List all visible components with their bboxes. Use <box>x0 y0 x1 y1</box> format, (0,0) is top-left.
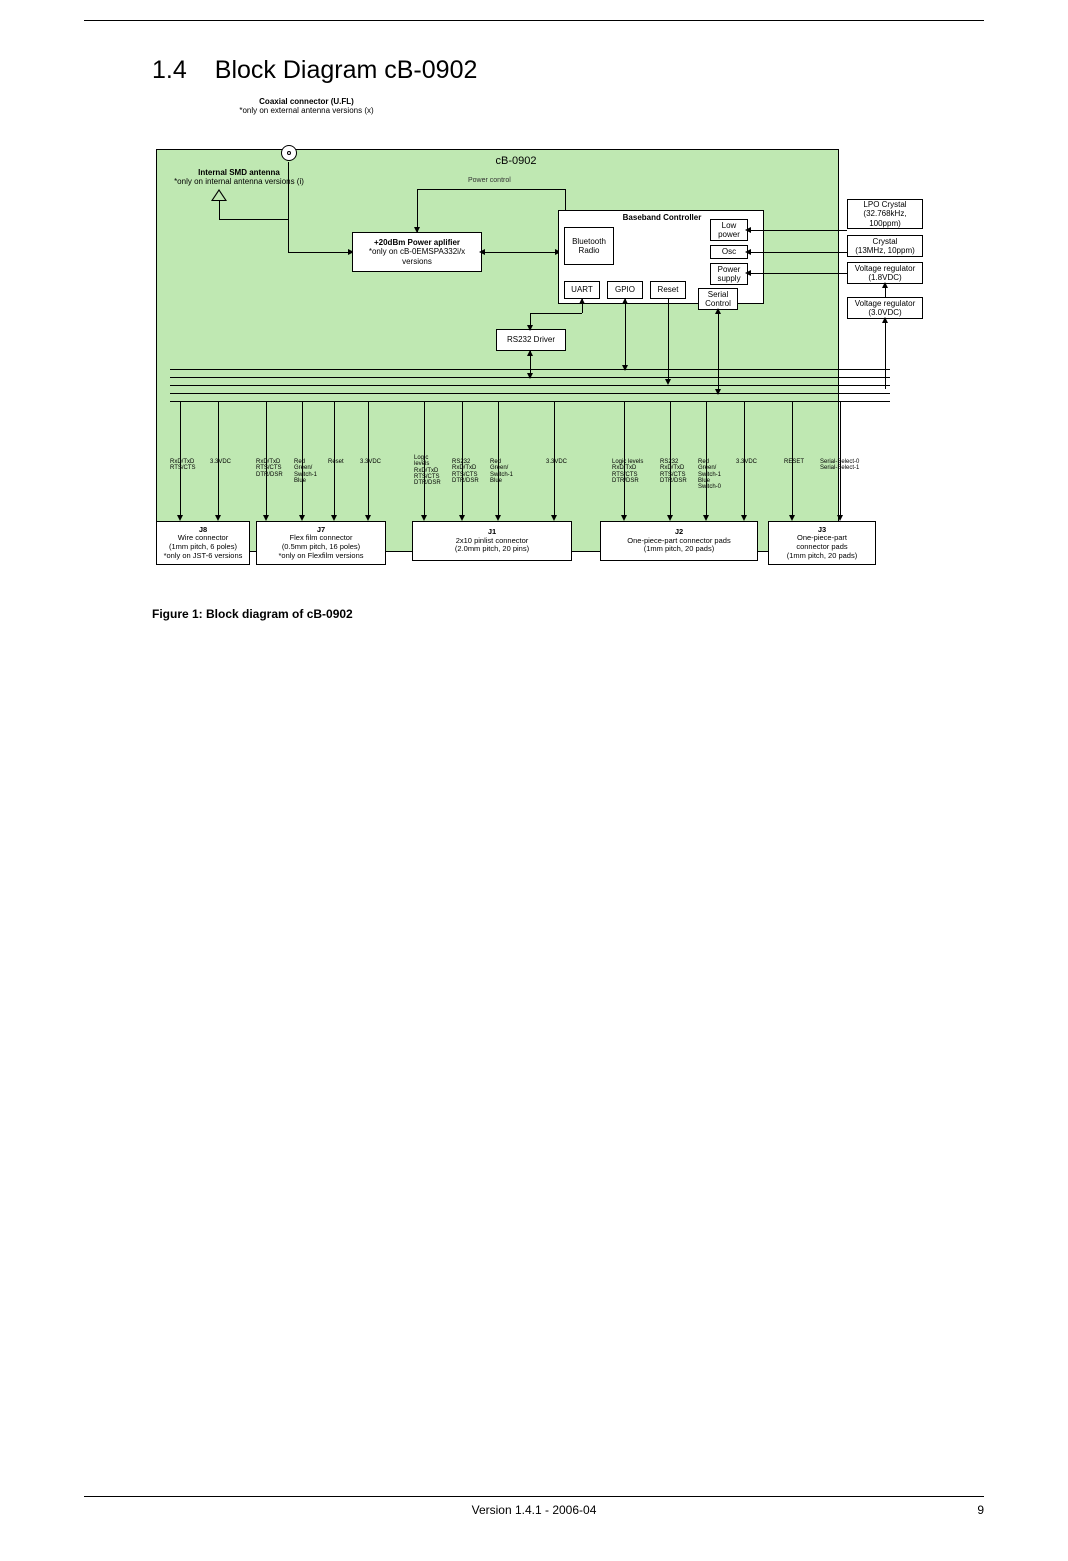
j2-sig-b: RS232 RxD/TxD RTS/CTS DTR/DSR <box>660 459 694 484</box>
amp-note2: versions <box>402 257 432 266</box>
section-heading: 1.4 Block Diagram cB-0902 <box>152 56 984 85</box>
board-title: cB-0902 <box>486 155 546 168</box>
j2-sig-a: Logic levels RxD/TxD RTS/CTS DTR/DSR <box>612 459 656 484</box>
j1-sig-c: Red Green/ Switch-1 Blue <box>490 459 520 484</box>
j3-l3: (1mm pitch, 20 pads) <box>787 552 857 561</box>
j7-l3: *only on Flexfilm versions <box>278 552 363 561</box>
j2-sig-d: 3.3VDC <box>736 459 764 465</box>
j2-l2: (1mm pitch, 20 pads) <box>644 545 714 554</box>
coax-label: Coaxial connector (U.FL) *only on extern… <box>234 97 379 115</box>
j7-sig-a: RxD/TxD RTS/CTS DTR/DSR <box>256 459 290 478</box>
footer-version: Version 1.4.1 - 2006-04 <box>84 1503 984 1517</box>
j8-box: J8 Wire connector (1mm pitch, 6 poles) *… <box>156 521 250 565</box>
footer-pagenum: 9 <box>977 1503 984 1517</box>
j8-sig-a: RxD/TxD RTS/CTS <box>170 459 204 472</box>
amplifier-box: +20dBm Power aplifier *only on cB-0EMSPA… <box>352 232 482 272</box>
serialctrl-box: Serial Control <box>698 288 738 310</box>
lpo-box: LPO Crystal (32.768kHz, 100ppm) <box>847 199 923 229</box>
v18-box: Voltage regulator (1.8VDC) <box>847 262 923 284</box>
j1-box: J1 2x10 pinlist connector (2.0mm pitch, … <box>412 521 572 561</box>
j2-sig-c: Red Green/ Switch-1 Blue Switch-0 <box>698 459 730 490</box>
j1-sig-d: 3.3VDC <box>546 459 574 465</box>
psupply-box: Power supply <box>710 263 748 285</box>
bt-radio-box: Bluetooth Radio <box>564 227 614 265</box>
block-diagram: Coaxial connector (U.FL) *only on extern… <box>152 97 1007 589</box>
reset-box: Reset <box>650 281 686 299</box>
figure-caption: Figure 1: Block diagram of cB-0902 <box>152 607 984 621</box>
j1-sig-b: RS232 RxD/TxD RTS/CTS DTR/DSR <box>452 459 486 484</box>
section-number: 1.4 <box>152 56 187 85</box>
j2-box: J2 One-piece-part connector pads (1mm pi… <box>600 521 758 561</box>
section-title-text: Block Diagram cB-0902 <box>215 56 478 84</box>
uart-box: UART <box>564 281 600 299</box>
coax-title: Coaxial connector (U.FL) <box>259 97 354 106</box>
coax-note: *only on external antenna versions (x) <box>239 106 373 115</box>
j1-sig-a: Logic levels RxD/TxD RTS/CTS DTR/DSR <box>414 455 448 486</box>
j3-sig-b: Serial-Select-0 Serial-Select-1 <box>820 459 872 472</box>
osc-box: Osc <box>710 245 748 259</box>
top-rule <box>84 20 984 21</box>
j7-sig-d: 3.3VDC <box>360 459 388 465</box>
smd-note: *only on internal antenna versions (i) <box>174 177 304 186</box>
gpio-box: GPIO <box>607 281 643 299</box>
j3-sig-a: RESET <box>784 459 814 465</box>
j8-l3: *only on JST-6 versions <box>164 552 243 561</box>
j7-sig-c: Reset <box>328 459 354 465</box>
j1-l2: (2.0mm pitch, 20 pins) <box>455 545 529 554</box>
smd-title: Internal SMD antenna <box>198 168 280 177</box>
j7-sig-b: Red Green/ Switch-1 Blue <box>294 459 324 484</box>
amp-title: +20dBm Power aplifier <box>374 238 460 247</box>
ufl-connector-icon <box>281 145 297 161</box>
power-control-label: Power control <box>468 177 511 185</box>
rs232-box: RS232 Driver <box>496 329 566 351</box>
j8-sig-b: 3.3VDC <box>210 459 238 465</box>
j3-box: J3 One-piece-part connector pads (1mm pi… <box>768 521 876 565</box>
j7-box: J7 Flex film connector (0.5mm pitch, 16 … <box>256 521 386 565</box>
amp-note1: *only on cB-0EMSPA332i/x <box>369 247 465 256</box>
crystal-box: Crystal (13MHz, 10ppm) <box>847 235 923 257</box>
lowpower-box: Low power <box>710 219 748 241</box>
smd-label: Internal SMD antenna *only on internal a… <box>164 168 314 186</box>
page-footer: Version 1.4.1 - 2006-04 9 <box>84 1496 984 1517</box>
v30-box: Voltage regulator (3.0VDC) <box>847 297 923 319</box>
